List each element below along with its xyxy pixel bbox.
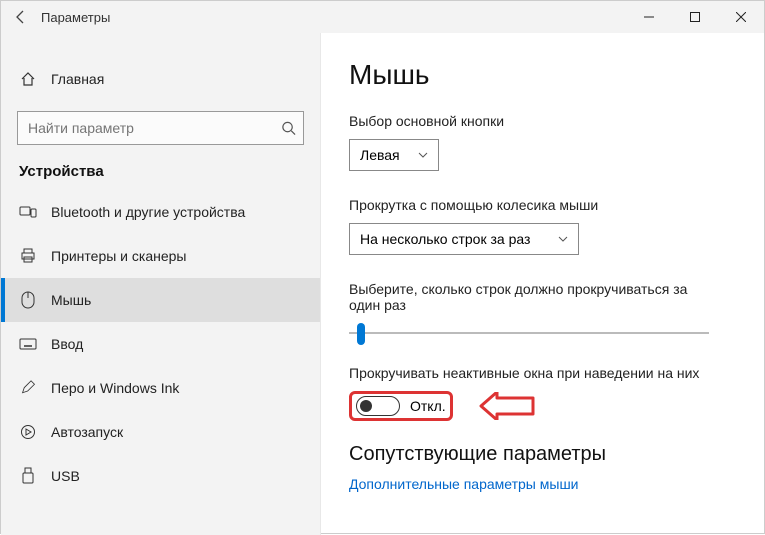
sidebar-item-home[interactable]: Главная — [1, 57, 320, 101]
window-title: Параметры — [41, 10, 110, 25]
additional-mouse-options-link[interactable]: Дополнительные параметры мыши — [349, 476, 736, 492]
page-title: Мышь — [349, 59, 736, 91]
sidebar-item-usb[interactable]: USB — [1, 454, 320, 498]
close-icon — [736, 12, 746, 22]
dropdown-value: На несколько строк за раз — [360, 231, 530, 247]
sidebar-item-mouse[interactable]: Мышь — [1, 278, 320, 322]
lines-to-scroll-label: Выберите, сколько строк должно прокручив… — [349, 281, 709, 313]
usb-icon — [19, 467, 37, 485]
sidebar-item-printers[interactable]: Принтеры и сканеры — [1, 234, 320, 278]
toggle-knob — [360, 400, 372, 412]
devices-icon — [19, 205, 37, 219]
sidebar-item-label: Перо и Windows Ink — [51, 380, 179, 396]
slider-track — [349, 332, 709, 334]
sidebar-item-bluetooth[interactable]: Bluetooth и другие устройства — [1, 190, 320, 234]
related-settings-heading: Сопутствующие параметры — [349, 443, 736, 466]
sidebar-item-pen[interactable]: Перо и Windows Ink — [1, 366, 320, 410]
lines-to-scroll-slider[interactable] — [349, 323, 709, 343]
search-icon — [281, 121, 296, 136]
primary-button-dropdown[interactable]: Левая — [349, 139, 439, 171]
inactive-scroll-label: Прокручивать неактивные окна при наведен… — [349, 365, 736, 381]
maximize-icon — [690, 12, 700, 22]
sidebar-section-title: Устройства — [1, 163, 320, 190]
autoplay-icon — [19, 424, 37, 440]
search-box[interactable] — [17, 111, 304, 145]
sidebar-item-label: Автозапуск — [51, 424, 123, 440]
slider-thumb[interactable] — [357, 323, 365, 345]
scroll-mode-dropdown[interactable]: На несколько строк за раз — [349, 223, 579, 255]
chevron-down-icon — [558, 236, 568, 242]
toggle-state-label: Откл. — [410, 398, 446, 414]
sidebar-item-typing[interactable]: Ввод — [1, 322, 320, 366]
keyboard-icon — [19, 338, 37, 350]
search-input[interactable] — [17, 111, 304, 145]
titlebar: Параметры — [1, 1, 764, 33]
minimize-button[interactable] — [626, 1, 672, 33]
inactive-scroll-toggle[interactable] — [356, 396, 400, 416]
sidebar-item-label: Мышь — [51, 292, 91, 308]
printer-icon — [19, 248, 37, 264]
pen-icon — [19, 380, 37, 396]
maximize-button[interactable] — [672, 1, 718, 33]
mouse-icon — [19, 291, 37, 309]
chevron-down-icon — [418, 152, 428, 158]
sidebar-item-label: Ввод — [51, 336, 83, 352]
sidebar-item-autoplay[interactable]: Автозапуск — [1, 410, 320, 454]
arrow-left-icon — [13, 9, 29, 25]
sidebar-item-label: USB — [51, 468, 80, 484]
annotation-highlight: Откл. — [349, 391, 453, 421]
scroll-mode-label: Прокрутка с помощью колесика мыши — [349, 197, 736, 213]
sidebar-home-label: Главная — [51, 71, 104, 87]
home-icon — [19, 71, 37, 87]
close-button[interactable] — [718, 1, 764, 33]
sidebar: Главная Устройства Bluetooth и другие ус… — [1, 33, 321, 535]
dropdown-value: Левая — [360, 147, 400, 163]
window-controls — [626, 1, 764, 33]
annotation-arrow — [479, 392, 535, 420]
back-button[interactable] — [1, 1, 41, 33]
sidebar-item-label: Bluetooth и другие устройства — [51, 204, 245, 220]
primary-button-label: Выбор основной кнопки — [349, 113, 736, 129]
main-content: Мышь Выбор основной кнопки Левая Прокрут… — [321, 33, 764, 535]
minimize-icon — [644, 12, 654, 22]
sidebar-item-label: Принтеры и сканеры — [51, 248, 186, 264]
